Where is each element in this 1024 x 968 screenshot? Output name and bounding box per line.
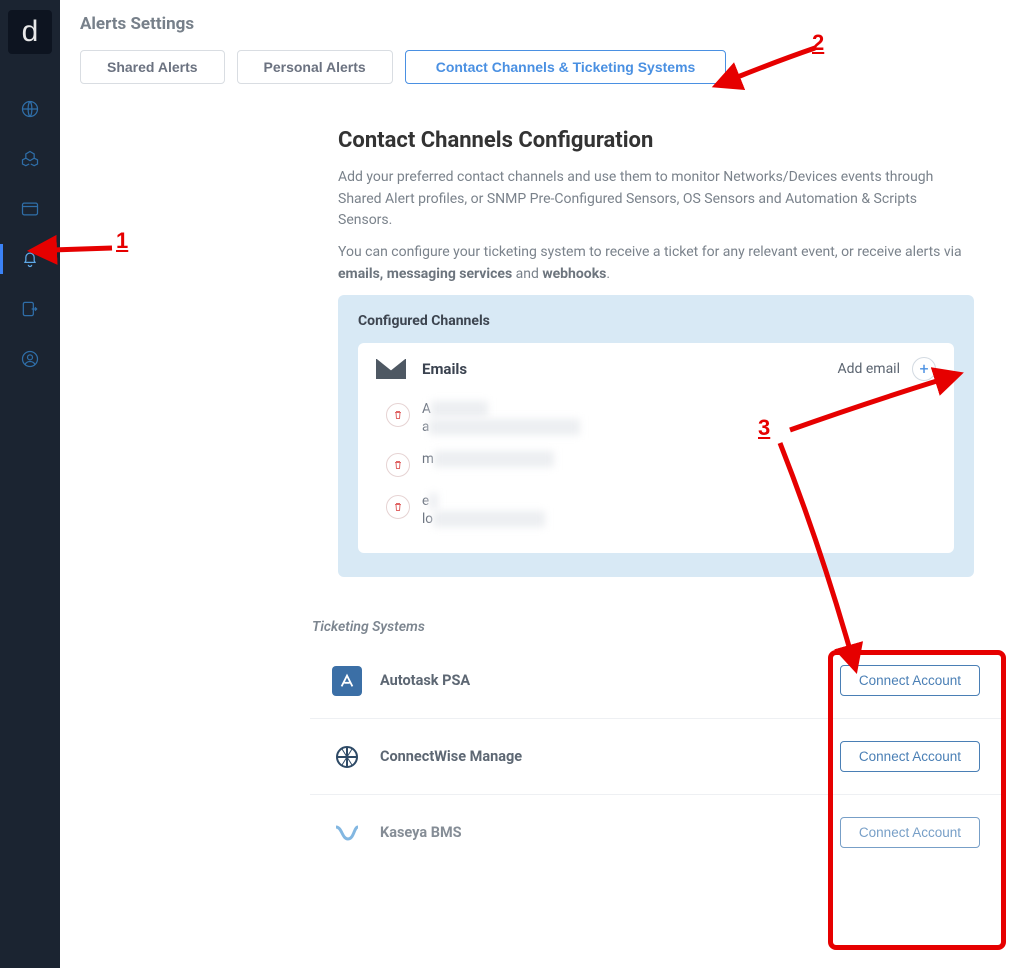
annotation-box-3 <box>828 650 1006 950</box>
autotask-icon <box>332 666 362 696</box>
delete-email-button[interactable] <box>386 453 410 477</box>
tabs: Shared Alerts Personal Alerts Contact Ch… <box>80 50 1004 84</box>
sidebar-item-home[interactable] <box>0 84 60 134</box>
config-para-1: Add your preferred contact channels and … <box>338 167 974 232</box>
sidebar: d <box>0 0 60 968</box>
arrow-1 <box>40 230 120 260</box>
dashboard-icon <box>20 199 40 219</box>
sidebar-item-export[interactable] <box>0 284 60 334</box>
trash-icon <box>392 409 404 421</box>
sidebar-item-cubes[interactable] <box>0 134 60 184</box>
sidebar-item-dashboard[interactable] <box>0 184 60 234</box>
page-title: Alerts Settings <box>80 14 1004 34</box>
delete-email-button[interactable] <box>386 403 410 427</box>
bell-icon <box>20 249 40 269</box>
delete-email-button[interactable] <box>386 495 410 519</box>
config-heading: Contact Channels Configuration <box>338 128 974 153</box>
config-para-2: You can configure your ticketing system … <box>338 242 974 285</box>
ticketing-name: Kaseya BMS <box>380 824 462 841</box>
configured-title: Configured Channels <box>358 313 954 329</box>
arrow-3a <box>770 370 970 440</box>
sidebar-item-account[interactable] <box>0 334 60 384</box>
ticketing-name: Autotask PSA <box>380 672 470 689</box>
annotation-2: 2 <box>812 30 824 56</box>
device-arrow-icon <box>20 299 40 319</box>
tab-shared-alerts[interactable]: Shared Alerts <box>80 50 225 84</box>
trash-icon <box>392 501 404 513</box>
tab-personal-alerts[interactable]: Personal Alerts <box>237 50 393 84</box>
kaseya-icon <box>332 818 362 848</box>
ticketing-heading: Ticketing Systems <box>312 619 1002 635</box>
user-circle-icon <box>20 349 40 369</box>
arrow-3b <box>770 435 890 665</box>
annotation-3: 3 <box>758 415 770 441</box>
config-card: Contact Channels Configuration Add your … <box>310 102 1002 595</box>
connectwise-icon <box>332 742 362 772</box>
cubes-icon <box>20 149 40 169</box>
globe-icon <box>20 99 40 119</box>
tab-contact-channels[interactable]: Contact Channels & Ticketing Systems <box>405 50 727 84</box>
ticketing-name: ConnectWise Manage <box>380 748 522 765</box>
annotation-1: 1 <box>116 228 128 254</box>
envelope-icon <box>376 359 406 379</box>
emails-label: Emails <box>422 360 467 378</box>
app-logo[interactable]: d <box>8 10 52 54</box>
trash-icon <box>392 459 404 471</box>
